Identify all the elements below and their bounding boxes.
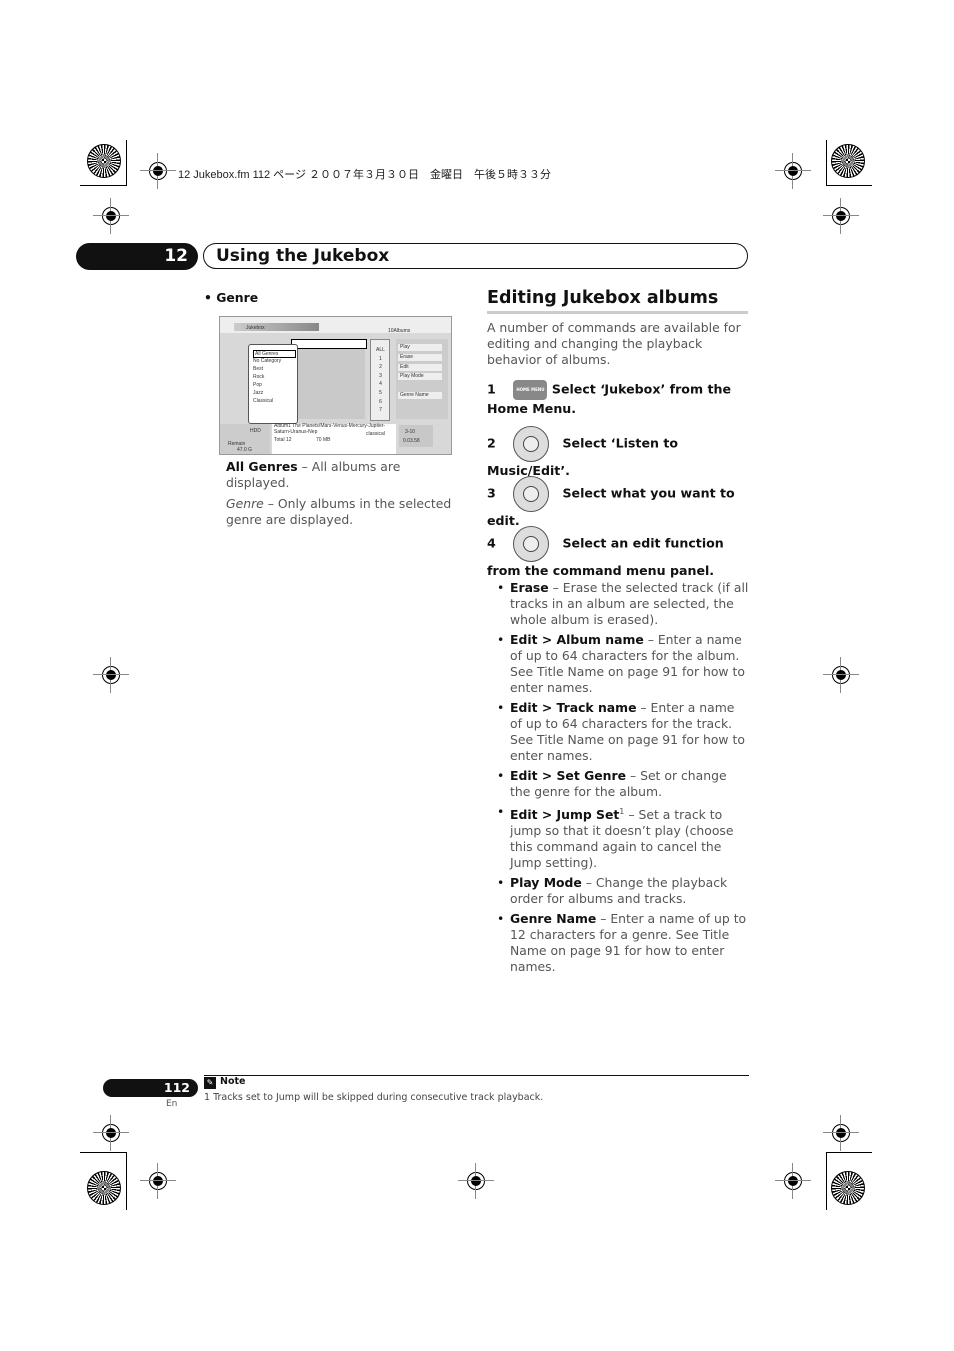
album-number[interactable]: 4 [376, 380, 385, 389]
step-4: 4 Select an edit function from the comma… [487, 526, 749, 580]
edit-function-item: Edit > Set Genre – Set or change the gen… [487, 768, 749, 800]
edit-function-list: Erase – Erase the selected track (if all… [487, 580, 749, 979]
page-number: 112 [103, 1079, 198, 1097]
edit-function-item: Erase – Erase the selected track (if all… [487, 580, 749, 628]
command-erase[interactable]: Erase [398, 354, 442, 361]
genre-option[interactable]: All Genres [253, 350, 296, 358]
album-number[interactable]: 6 [376, 398, 385, 407]
command-panel: Play Erase Edit Play Mode Genre Name [396, 339, 448, 419]
registration-target-icon [831, 144, 865, 178]
print-header: 12 Jukebox.fm 112 ページ ２００７年３月３０日 金曜日 午後５… [178, 169, 552, 181]
track-total: Total 12 [274, 437, 292, 443]
language-label: En [166, 1099, 178, 1109]
play-time: 0.03.58 [403, 438, 420, 444]
section-title: Editing Jukebox albums [487, 288, 748, 314]
genre-dropdown[interactable]: All Genres No Category Best Rock Pop Jaz… [248, 344, 298, 424]
command-play-mode[interactable]: Play Mode [398, 373, 442, 380]
genre-desc: Genre – Only albums in the selected genr… [226, 496, 452, 527]
step-2: 2 Select ‘Listen to Music/Edit’. [487, 426, 749, 480]
all-genres-desc: All Genres – All albums are displayed. [226, 459, 401, 490]
number-column: ALL 1 2 3 4 5 6 7 [370, 339, 390, 421]
section-intro: A number of commands are available for e… [487, 320, 741, 367]
genre-option[interactable]: Rock [253, 374, 264, 380]
footnote: 1 Tracks set to Jump will be skipped dur… [204, 1092, 544, 1103]
genre-option[interactable]: Pop [253, 382, 262, 388]
crosshair-icon [140, 153, 176, 189]
step-1: 1 HOME MENU Select ‘Jukebox’ from the Ho… [487, 380, 731, 416]
album-number[interactable]: 5 [376, 389, 385, 398]
crosshair-icon [823, 657, 859, 693]
genre-bullet: • Genre [204, 290, 259, 305]
command-play[interactable]: Play [398, 344, 442, 351]
genre-bullet-label: Genre [216, 290, 259, 305]
registration-target-icon [831, 1171, 865, 1205]
genre-option[interactable]: No Category [253, 358, 281, 364]
page: 12 Jukebox.fm 112 ページ ２００７年３月３０日 金曜日 午後５… [0, 0, 954, 1351]
track-position: 3-10 [405, 429, 416, 435]
edit-function-item: Edit > Jump Set1 – Set a track to jump s… [487, 804, 749, 871]
remain-value: 47.0 G [237, 447, 253, 453]
dial-icon [513, 476, 550, 512]
function-term: Genre Name [510, 911, 597, 927]
crosshair-icon [140, 1163, 176, 1199]
genre-option[interactable]: Jazz [253, 390, 263, 396]
jukebox-screenshot: Jukebox 10Albums ALL 1 2 3 4 5 6 7 Play Erase E… [219, 316, 452, 455]
edit-function-item: Play Mode – Change the playback order fo… [487, 875, 749, 907]
registration-target-icon [87, 1171, 121, 1205]
album-number[interactable]: 2 [376, 363, 385, 372]
album-number[interactable]: ALL [376, 346, 385, 355]
crosshair-icon [775, 153, 811, 189]
crosshair-icon [823, 1115, 859, 1151]
crosshair-icon [823, 198, 859, 234]
device-label: HDD [250, 428, 261, 434]
album-count: 10Albums [388, 328, 411, 334]
genre-options-list: All Genres – All albums are displayed. G… [226, 459, 462, 528]
crosshair-icon [93, 1115, 129, 1151]
album-size: 70 MB [316, 437, 331, 443]
step-3: 3 Select what you want to edit. [487, 476, 749, 530]
note-icon: ✎ [204, 1077, 216, 1089]
command-edit[interactable]: Edit [398, 364, 442, 371]
chapter-number: 12 [76, 243, 198, 270]
chapter-title: Using the Jukebox [203, 243, 748, 269]
note-label: Note [220, 1076, 246, 1087]
album-number[interactable]: 3 [376, 372, 385, 381]
screen-title: Jukebox [246, 325, 265, 331]
edit-function-item: Genre Name – Enter a name of up to 12 ch… [487, 911, 749, 975]
album-number[interactable]: 1 [376, 355, 385, 364]
home-menu-button-icon: HOME MENU [513, 380, 548, 400]
command-genre-name[interactable]: Genre Name [398, 392, 442, 399]
crosshair-icon [458, 1163, 494, 1199]
function-term: Edit > Track name [510, 700, 637, 715]
dial-icon [513, 526, 550, 562]
genre-tag: classical [366, 431, 385, 437]
edit-function-item: Edit > Album name – Enter a name of up t… [487, 632, 749, 696]
function-term: Erase [510, 580, 549, 595]
function-term: Play Mode [510, 875, 582, 891]
registration-target-icon [87, 144, 121, 178]
crosshair-icon [775, 1163, 811, 1199]
function-term: Edit > Jump Set [510, 807, 620, 823]
dial-icon [513, 426, 550, 462]
crosshair-icon [93, 198, 129, 234]
crosshair-icon [93, 657, 129, 693]
edit-function-item: Edit > Track name – Enter a name of up t… [487, 700, 749, 764]
function-term: Edit > Set Genre [510, 768, 626, 783]
function-term: Edit > Album name [510, 632, 644, 647]
genre-option[interactable]: Best [253, 366, 263, 372]
album-number[interactable]: 7 [376, 406, 385, 415]
genre-option[interactable]: Classical [253, 398, 273, 404]
